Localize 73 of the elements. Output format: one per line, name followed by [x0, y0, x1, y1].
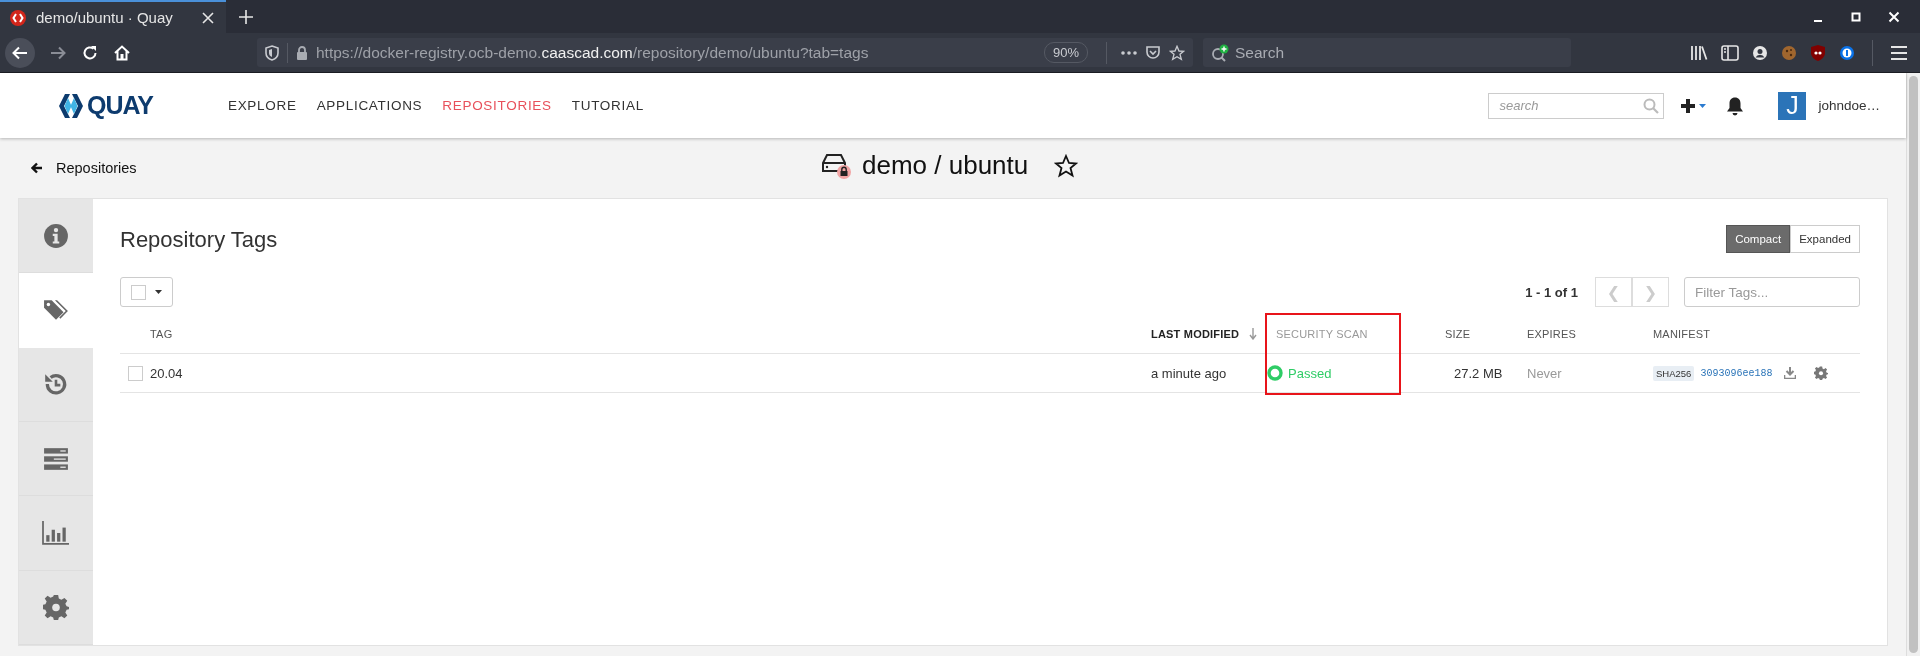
- filter-field[interactable]: Filter Tags...: [1684, 277, 1860, 307]
- user-name[interactable]: johndoe…: [1818, 98, 1880, 113]
- history-icon: [43, 371, 69, 398]
- private-repository-icon: [822, 151, 852, 180]
- browser-tab[interactable]: demo/ubuntu · Quay: [0, 0, 226, 33]
- back-link[interactable]: Repositories: [18, 160, 137, 176]
- nav-link[interactable]: APPLICATIONS: [316, 93, 423, 118]
- reload-icon[interactable]: [81, 43, 99, 62]
- column-header[interactable]: MANIFEST: [1653, 328, 1711, 340]
- new-tab-icon[interactable]: [238, 8, 254, 25]
- settings-icon: [43, 594, 69, 621]
- column-header[interactable]: TAG: [150, 328, 173, 340]
- bar-chart-icon: [41, 519, 71, 546]
- view-toggle-button[interactable]: Compact: [1726, 225, 1791, 253]
- info-icon: [43, 222, 69, 249]
- address-bar[interactable]: https://docker-registry.ocb-demo.caascad.com/repository/demo/ubuntu?tab=tags 90%: [257, 38, 1193, 67]
- repository-title: demo / ubuntu: [862, 150, 1029, 181]
- library-icon[interactable]: [1690, 44, 1708, 61]
- quay-logo[interactable]: QUAY: [58, 91, 153, 120]
- column-header: SECURITY SCAN: [1276, 328, 1368, 340]
- pocket-icon[interactable]: [1145, 44, 1161, 61]
- view-toggle-button[interactable]: Expanded: [1790, 225, 1860, 253]
- digest-algorithm-label: SHA256: [1653, 365, 1695, 381]
- section-title: Repository Tags: [120, 227, 278, 253]
- shield-badge-icon[interactable]: [1810, 43, 1826, 62]
- checkbox[interactable]: [131, 284, 146, 300]
- sort-arrow-icon: [1249, 328, 1258, 340]
- search-icon: [1643, 97, 1660, 114]
- quay-favicon-icon: [10, 9, 26, 26]
- nav-link[interactable]: REPOSITORIES: [442, 93, 552, 118]
- table-cell: 27.2 MB: [1454, 365, 1503, 381]
- pagination-count: 1 - 1 of 1: [1525, 284, 1578, 300]
- bell-icon[interactable]: [1726, 95, 1745, 116]
- status-ring-icon: [1267, 365, 1283, 381]
- settings-icon[interactable]: [1814, 366, 1828, 380]
- user-avatar[interactable]: J: [1778, 91, 1807, 120]
- url-text: https://docker-registry.ocb-demo.caascad.com/repository/demo/ubuntu?tab=tags: [316, 43, 870, 62]
- row-checkbox[interactable]: [128, 365, 143, 381]
- logo-text: QUAY: [87, 91, 153, 120]
- create-menu-button[interactable]: [1680, 97, 1707, 114]
- column-header[interactable]: EXPIRES: [1527, 328, 1577, 340]
- back-button[interactable]: [5, 37, 35, 68]
- shield-icon: [265, 44, 279, 61]
- cookie-icon[interactable]: [1781, 44, 1797, 61]
- password-key-icon[interactable]: [1839, 44, 1855, 61]
- more-dots-icon[interactable]: [1121, 50, 1137, 55]
- close-icon[interactable]: [202, 11, 214, 24]
- caret-icon: [1699, 103, 1707, 108]
- tag-name[interactable]: 20.04: [150, 365, 183, 381]
- account-icon[interactable]: [1752, 44, 1768, 61]
- quay-logo-icon: [58, 91, 84, 120]
- caret-icon: [155, 290, 162, 294]
- table-cell: Never: [1527, 365, 1562, 381]
- tab-title: demo/ubuntu · Quay: [36, 9, 174, 26]
- stacked-bars-icon: [43, 445, 69, 472]
- star-icon[interactable]: [1054, 153, 1079, 178]
- nav-link[interactable]: EXPLORE: [227, 93, 297, 118]
- table-cell: a minute ago: [1151, 365, 1227, 381]
- plus-icon: [1680, 97, 1697, 114]
- home-icon[interactable]: [113, 43, 131, 62]
- search-field[interactable]: Search: [1203, 38, 1571, 67]
- search-icon: [1211, 43, 1231, 62]
- lock-icon: [296, 45, 308, 60]
- back-arrow-icon: [31, 162, 43, 174]
- sidebar-icon[interactable]: [1721, 44, 1739, 61]
- nav-link[interactable]: TUTORIAL: [571, 93, 644, 118]
- menu-icon[interactable]: [1890, 44, 1908, 61]
- maximize-icon[interactable]: [1850, 10, 1862, 23]
- column-header[interactable]: SIZE: [1445, 328, 1471, 340]
- manifest-digest-link[interactable]: 3093096ee188: [1700, 367, 1773, 379]
- zoom-level-button[interactable]: 90%: [1043, 42, 1088, 63]
- download-icon[interactable]: [1784, 367, 1796, 379]
- column-header[interactable]: LAST MODIFIED: [1151, 328, 1240, 340]
